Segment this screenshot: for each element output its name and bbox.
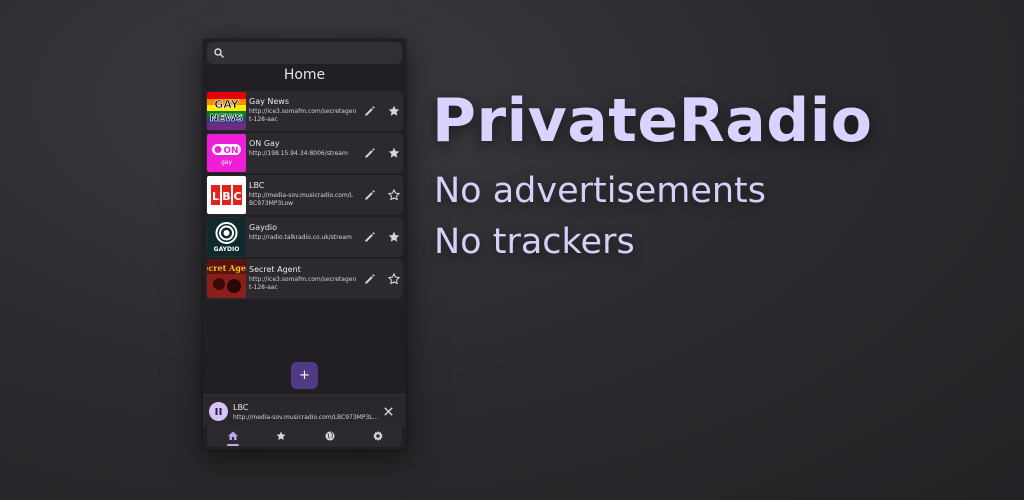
active-indicator <box>227 444 239 446</box>
nav-browse[interactable] <box>306 425 354 447</box>
pencil-icon[interactable] <box>363 230 377 244</box>
globe-icon <box>325 431 335 441</box>
station-url: http://radio.talkradio.co.uk/stream <box>249 234 352 241</box>
station-name: LBC <box>249 181 265 190</box>
station-item[interactable]: GAY NEWS Gay News http://ice3.somafm.com… <box>206 91 403 131</box>
station-url: http://ice3.somafm.com/secretagent-128-a… <box>249 276 357 291</box>
station-url: http://198.15.94.34:8006/stream <box>249 150 348 157</box>
nav-settings[interactable] <box>354 425 402 447</box>
pencil-icon[interactable] <box>363 272 377 286</box>
pause-button[interactable] <box>209 402 228 421</box>
home-icon <box>228 431 238 440</box>
add-station-button[interactable]: + <box>291 362 318 389</box>
station-item[interactable]: L B C LBC http://media-sov.musicradio.co… <box>206 175 403 215</box>
station-logo-on-gay: ON gay <box>207 134 246 172</box>
pencil-icon[interactable] <box>363 104 377 118</box>
now-playing-bar[interactable]: LBC http://media-sov.musicradio.com/LBC9… <box>203 394 406 427</box>
promo-headline: PrivateRadio <box>432 86 873 156</box>
svg-text:gay: gay <box>221 159 232 166</box>
svg-text:Secret Agent: Secret Agent <box>207 263 246 273</box>
station-logo-secret-agent: Secret Agent <box>207 260 246 298</box>
gear-icon <box>373 431 383 441</box>
svg-text:ON: ON <box>223 146 238 156</box>
svg-text:GAY: GAY <box>214 98 239 111</box>
promo-feature: No advertisements <box>434 171 767 211</box>
search-icon <box>214 48 225 59</box>
pencil-icon[interactable] <box>363 188 377 202</box>
station-name: Gay News <box>249 97 289 106</box>
star-outline-icon[interactable] <box>387 188 401 202</box>
pencil-icon[interactable] <box>363 146 377 160</box>
bottom-navigation <box>207 425 402 447</box>
station-name: Gaydio <box>249 223 278 232</box>
svg-text:NEWS: NEWS <box>210 113 243 124</box>
star-filled-icon[interactable] <box>387 230 401 244</box>
station-logo-gay-news: GAY NEWS <box>207 92 246 130</box>
station-item[interactable]: GAYDIO Gaydio http://radio.talkradio.co.… <box>206 217 403 257</box>
station-url: http://ice3.somafm.com/secretagent-128-a… <box>249 108 357 123</box>
station-logo-gaydio: GAYDIO <box>207 218 246 256</box>
nav-home[interactable] <box>209 425 257 447</box>
now-playing-name: LBC <box>233 403 249 412</box>
svg-text:L: L <box>212 190 219 203</box>
close-icon[interactable] <box>383 406 394 417</box>
svg-text:B: B <box>222 190 230 203</box>
star-icon <box>276 431 286 440</box>
station-item[interactable]: Secret Agent Secret Agent http://ice3.so… <box>206 259 403 299</box>
station-item[interactable]: ON gay ON Gay http://198.15.94.34:8006/s… <box>206 133 403 173</box>
star-outline-icon[interactable] <box>387 272 401 286</box>
promo-feature: No trackers <box>434 222 635 262</box>
nav-favorites[interactable] <box>257 425 305 447</box>
star-filled-icon[interactable] <box>387 104 401 118</box>
svg-text:GAYDIO: GAYDIO <box>214 246 240 253</box>
phone-screen: Home GAY NEWS Gay News http://ice3.somaf… <box>203 39 406 450</box>
station-logo-lbc: L B C <box>207 176 246 214</box>
station-name: Secret Agent <box>249 265 301 274</box>
svg-text:C: C <box>233 190 241 203</box>
station-list: GAY NEWS Gay News http://ice3.somafm.com… <box>206 91 403 301</box>
search-bar[interactable] <box>207 42 402 64</box>
now-playing-url: http://media-sov.musicradio.com/LBC973MP… <box>233 414 379 421</box>
star-filled-icon[interactable] <box>387 146 401 160</box>
station-url: http://media-sov.musicradio.com/LBC973MP… <box>249 192 354 207</box>
station-name: ON Gay <box>249 139 280 148</box>
page-title: Home <box>283 67 326 83</box>
pause-icon <box>215 408 222 415</box>
